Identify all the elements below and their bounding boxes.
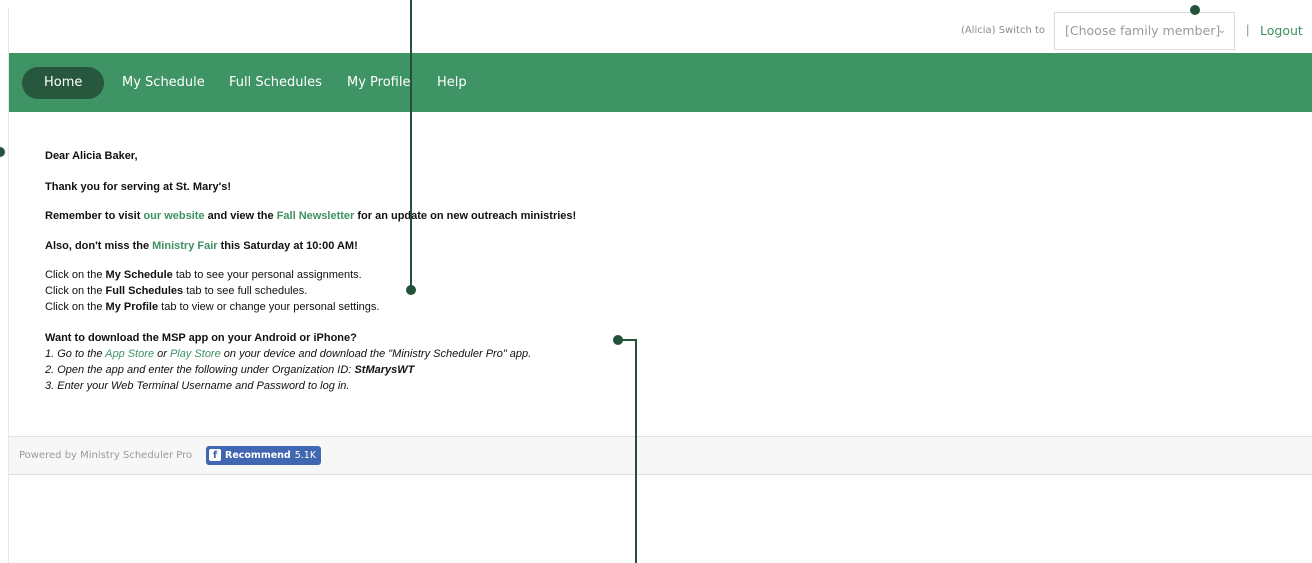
page-frame: (Alicia) Switch to [Choose family member… [8, 8, 1312, 563]
ministry-fair-link[interactable]: Ministry Fair [152, 240, 217, 252]
app-store-link[interactable]: App Store [105, 348, 154, 360]
callout-dot [0, 147, 5, 157]
app-step-1: 1. Go to the App Store or Play Store on … [45, 348, 532, 360]
website-link[interactable]: our website [143, 210, 204, 222]
callout-line [635, 339, 637, 563]
instruction-full-schedules: Click on the Full Schedules tab to see f… [45, 285, 308, 297]
facebook-icon: f [209, 448, 221, 461]
powered-by-text: Powered by Ministry Scheduler Pro [19, 450, 193, 461]
main-nav: Home My Schedule Full Schedules My Profi… [9, 53, 1312, 112]
tab-full-schedules[interactable]: Full Schedules [229, 67, 322, 99]
newsletter-link[interactable]: Fall Newsletter [277, 210, 355, 222]
greeting: Dear Alicia Baker, [45, 150, 138, 162]
callout-line [410, 0, 412, 290]
callout-dot [406, 285, 416, 295]
app-heading: Want to download the MSP app on your And… [45, 332, 357, 344]
instruction-my-schedule: Click on the My Schedule tab to see your… [45, 269, 362, 281]
tab-help[interactable]: Help [437, 67, 467, 99]
app-step-3: 3. Enter your Web Terminal Username and … [45, 380, 350, 392]
footer: Powered by Ministry Scheduler Pro f Recom… [9, 436, 1312, 475]
separator: | [1246, 22, 1250, 37]
instruction-my-profile: Click on the My Profile tab to view or c… [45, 301, 380, 313]
remember-line: Remember to visit our website and view t… [45, 210, 577, 222]
thanks-line: Thank you for serving at St. Mary's! [45, 181, 231, 193]
family-select-value: [Choose family member] [1065, 23, 1221, 38]
callout-dot [1190, 5, 1200, 15]
recommend-count: 5.1K [294, 450, 317, 461]
switch-label: (Alicia) Switch to [960, 25, 1045, 36]
play-store-link[interactable]: Play Store [170, 348, 221, 360]
tab-my-profile[interactable]: My Profile [347, 67, 410, 99]
family-member-select[interactable]: [Choose family member] ⌄ [1054, 12, 1235, 50]
ministry-fair-line: Also, don't miss the Ministry Fair this … [45, 240, 358, 252]
top-bar: (Alicia) Switch to [Choose family member… [9, 8, 1312, 53]
tab-home[interactable]: Home [22, 67, 105, 99]
logout-link[interactable]: Logout [1260, 23, 1303, 38]
chevron-down-icon: ⌄ [1217, 25, 1226, 36]
app-step-2: 2. Open the app and enter the following … [45, 364, 415, 376]
tab-my-schedule[interactable]: My Schedule [122, 67, 205, 99]
org-id: StMarysWT [354, 364, 415, 376]
facebook-recommend-button[interactable]: f Recommend 5.1K [206, 446, 322, 465]
